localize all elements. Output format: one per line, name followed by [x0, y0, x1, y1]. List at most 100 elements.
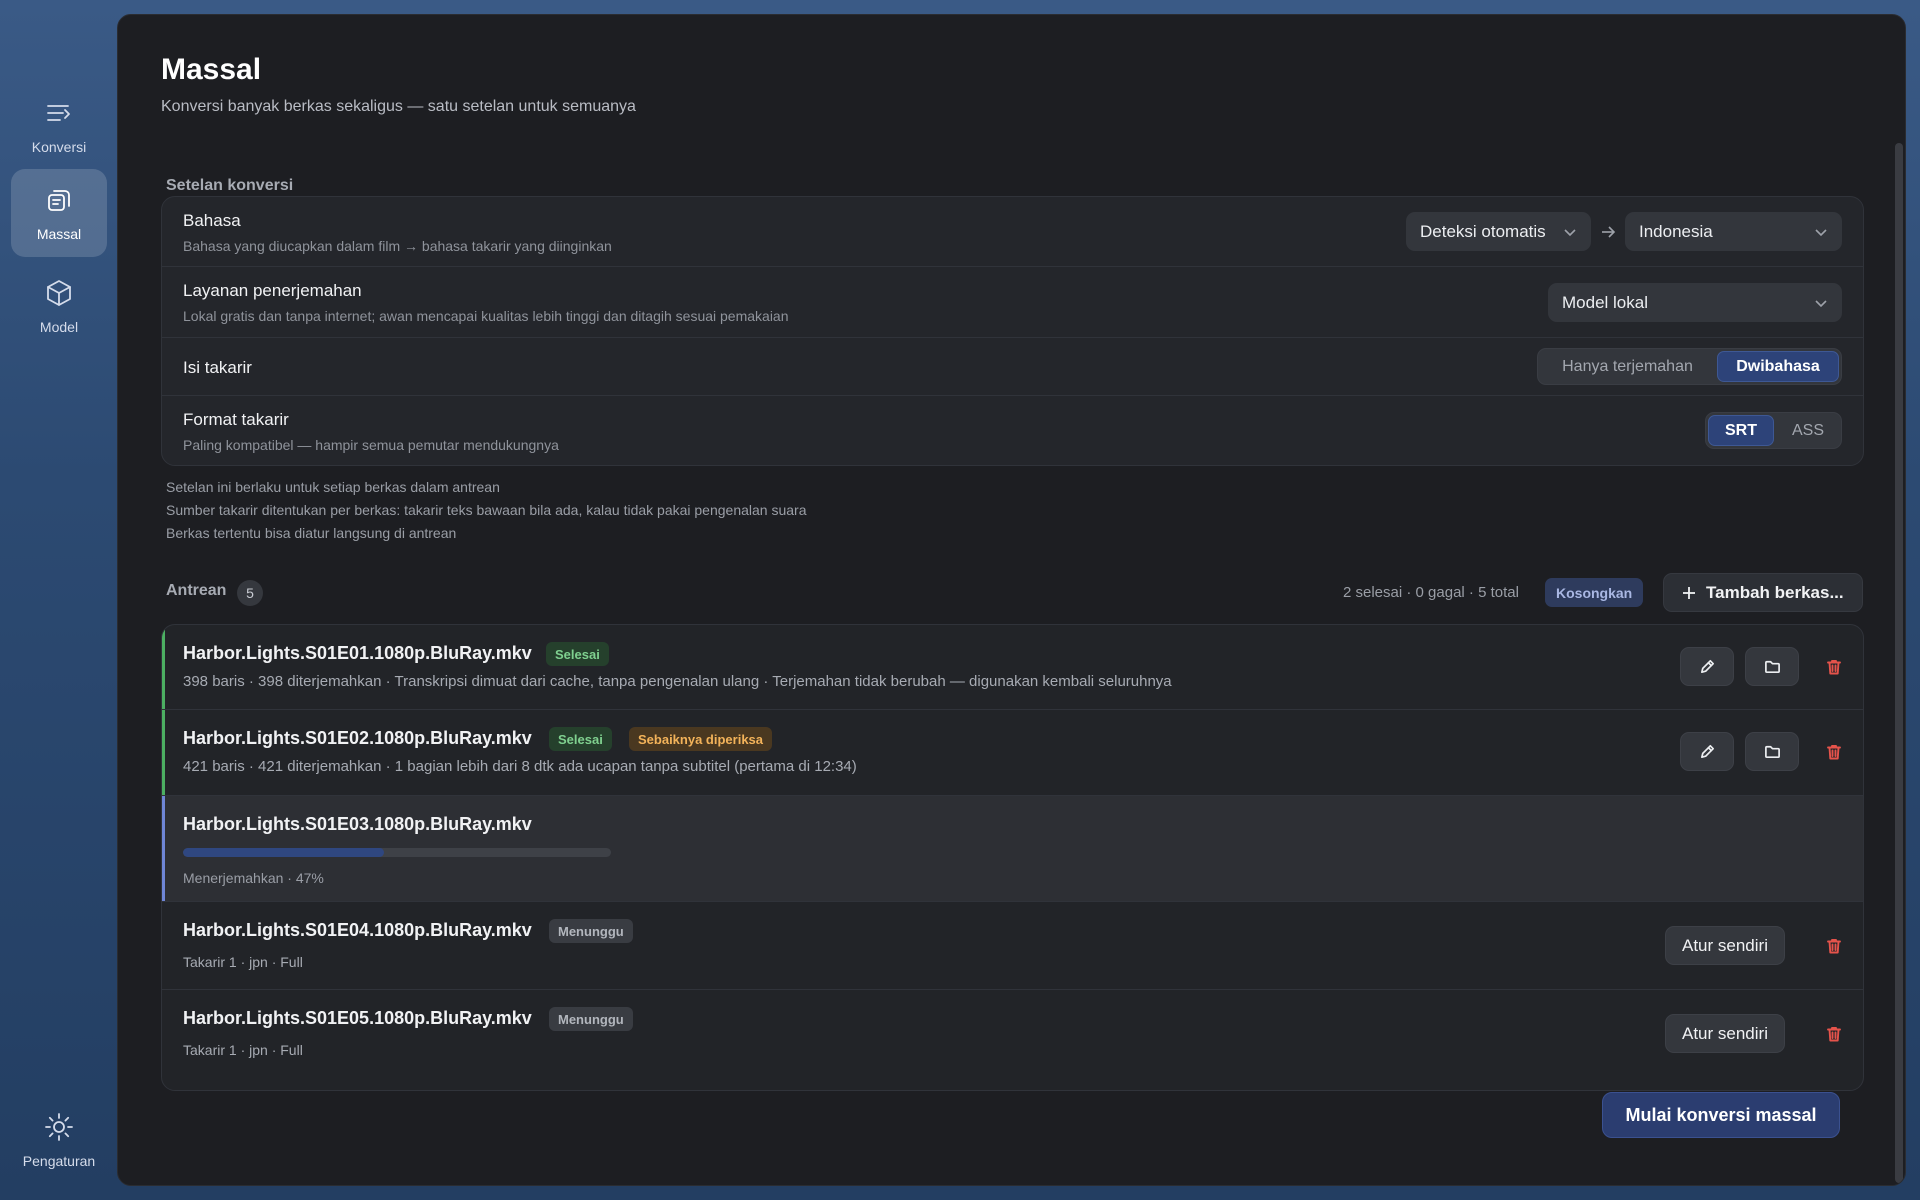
settings-section-label: Setelan konversi [166, 177, 294, 194]
sidebar: Konversi Massal Model Pengaturan [0, 0, 117, 1200]
file-name: Harbor.Lights.S01E01.1080p.BluRay.mkv [183, 643, 532, 663]
source-language-value: Deteksi otomatis [1420, 221, 1546, 241]
format-option-srt[interactable]: SRT [1708, 415, 1774, 446]
edit-button[interactable] [1680, 647, 1734, 686]
queue-item[interactable]: Harbor.Lights.S01E01.1080p.BluRay.mkv Se… [162, 625, 1863, 710]
nav-item-model[interactable]: Model [11, 262, 107, 350]
nav-label: Massal [36, 226, 82, 242]
file-detail: 398 baris · 398 diterjemahkan · Transkri… [183, 673, 1172, 690]
status-accent-done [162, 625, 165, 709]
delete-button[interactable] [1818, 651, 1850, 683]
delete-button[interactable] [1818, 736, 1850, 768]
chevron-down-icon [1815, 299, 1827, 307]
queue-stats: 2 selesai · 0 gagal · 5 total [1343, 584, 1519, 601]
nav-item-konversi[interactable]: Konversi [11, 82, 107, 170]
service-value: Model lokal [1562, 292, 1648, 312]
sun-settings-icon [45, 1113, 73, 1141]
pencil-icon [1700, 744, 1714, 759]
pencil-icon [1700, 659, 1714, 674]
nav-item-settings[interactable]: Pengaturan [11, 1096, 107, 1184]
status-badge-waiting: Menunggu [549, 919, 633, 943]
folder-icon [1764, 745, 1780, 759]
target-language-value: Indonesia [1639, 221, 1713, 241]
format-row: Format takarir Paling kompatibel — hampi… [162, 396, 1863, 466]
service-select[interactable]: Model lokal [1548, 283, 1842, 322]
file-detail: Takarir 1 · jpn · Full [183, 1042, 303, 1058]
folder-icon [1764, 660, 1780, 674]
queue-item[interactable]: Harbor.Lights.S01E04.1080p.BluRay.mkv Me… [162, 902, 1863, 990]
configure-button[interactable]: Atur sendiri [1665, 926, 1785, 965]
trash-icon [1827, 939, 1841, 954]
progress-fill [183, 848, 385, 857]
queue-label: Antrean [166, 582, 227, 599]
batch-icon [48, 190, 70, 211]
queue-list: Harbor.Lights.S01E01.1080p.BluRay.mkv Se… [161, 624, 1864, 1091]
plus-icon [1683, 586, 1695, 599]
convert-icon [47, 105, 70, 121]
format-title: Format takarir [183, 410, 289, 429]
status-badge-waiting: Menunggu [549, 1007, 633, 1031]
delete-button[interactable] [1818, 1018, 1850, 1050]
content-title: Isi takarir [183, 358, 252, 377]
settings-note: Berkas tertentu bisa diatur langsung di … [166, 525, 457, 541]
settings-note: Sumber takarir ditentukan per berkas: ta… [166, 502, 807, 518]
file-detail: 421 baris · 421 diterjemahkan · 1 bagian… [183, 758, 857, 775]
service-desc: Lokal gratis dan tanpa internet; awan me… [183, 308, 789, 324]
format-option-ass[interactable]: ASS [1776, 415, 1840, 446]
queue-item[interactable]: Harbor.Lights.S01E05.1080p.BluRay.mkv Me… [162, 990, 1863, 1077]
content-row: Isi takarir Hanya terjemahan Dwibahasa [162, 338, 1863, 396]
cube-icon [47, 280, 71, 306]
clear-queue-button[interactable]: Kosongkan [1545, 578, 1644, 607]
trash-icon [1827, 745, 1841, 760]
progress-text: Menerjemahkan · 47% [183, 870, 324, 886]
trash-icon [1827, 1027, 1841, 1042]
target-language-select[interactable]: Indonesia [1625, 212, 1842, 251]
language-desc: Bahasa yang diucapkan dalam film → bahas… [183, 238, 612, 254]
file-name: Harbor.Lights.S01E03.1080p.BluRay.mkv [183, 814, 532, 834]
language-row: Bahasa Bahasa yang diucapkan dalam film … [162, 197, 1863, 267]
page-subtitle: Konversi banyak berkas sekaligus — satu … [161, 98, 636, 115]
nav-item-massal[interactable]: Massal [11, 169, 107, 257]
nav-label: Pengaturan [22, 1153, 96, 1169]
open-folder-button[interactable] [1745, 647, 1799, 686]
scrollbar[interactable] [1895, 143, 1903, 1183]
file-name: Harbor.Lights.S01E04.1080p.BluRay.mkv [183, 920, 532, 940]
language-title: Bahasa [183, 211, 241, 230]
nav-label: Model [39, 319, 79, 335]
main-panel: Massal Konversi banyak berkas sekaligus … [117, 14, 1906, 1186]
service-row: Layanan penerjemahan Lokal gratis dan ta… [162, 267, 1863, 338]
status-accent-done [162, 710, 165, 795]
source-language-select[interactable]: Deteksi otomatis [1406, 212, 1591, 251]
file-name: Harbor.Lights.S01E05.1080p.BluRay.mkv [183, 1008, 532, 1028]
file-name: Harbor.Lights.S01E02.1080p.BluRay.mkv [183, 728, 532, 748]
queue-count-badge: 5 [237, 580, 263, 606]
status-badge-done: Selesai [546, 642, 609, 666]
progress-bar [183, 848, 611, 857]
page-title: Massal [161, 53, 262, 86]
service-title: Layanan penerjemahan [183, 281, 362, 300]
edit-button[interactable] [1680, 732, 1734, 771]
chevron-down-icon [1815, 228, 1827, 236]
status-accent-running [162, 796, 165, 901]
configure-button[interactable]: Atur sendiri [1665, 1014, 1785, 1053]
format-desc: Paling kompatibel — hampir semua pemutar… [183, 437, 559, 453]
chevron-down-icon [1564, 228, 1576, 236]
content-option-translation-only[interactable]: Hanya terjemahan [1540, 351, 1715, 382]
content-option-bilingual[interactable]: Dwibahasa [1717, 351, 1839, 382]
settings-card: Bahasa Bahasa yang diucapkan dalam film … [161, 196, 1864, 466]
start-batch-button[interactable]: Mulai konversi massal [1602, 1092, 1840, 1138]
open-folder-button[interactable] [1745, 732, 1799, 771]
content-toggle: Hanya terjemahan Dwibahasa [1537, 348, 1842, 385]
arrow-right-icon [1602, 226, 1616, 238]
queue-item-active[interactable]: Harbor.Lights.S01E03.1080p.BluRay.mkv Me… [162, 796, 1863, 902]
delete-button[interactable] [1818, 930, 1850, 962]
settings-note: Setelan ini berlaku untuk setiap berkas … [166, 479, 500, 495]
file-detail: Takarir 1 · jpn · Full [183, 954, 303, 970]
trash-icon [1827, 660, 1841, 675]
nav-label: Konversi [31, 139, 87, 155]
queue-item[interactable]: Harbor.Lights.S01E02.1080p.BluRay.mkv Se… [162, 710, 1863, 796]
add-files-label: Tambah berkas... [1706, 582, 1844, 602]
status-badge-review: Sebaiknya diperiksa [629, 727, 773, 751]
format-toggle: SRT ASS [1705, 412, 1842, 449]
add-files-button[interactable]: Tambah berkas... [1663, 573, 1863, 612]
